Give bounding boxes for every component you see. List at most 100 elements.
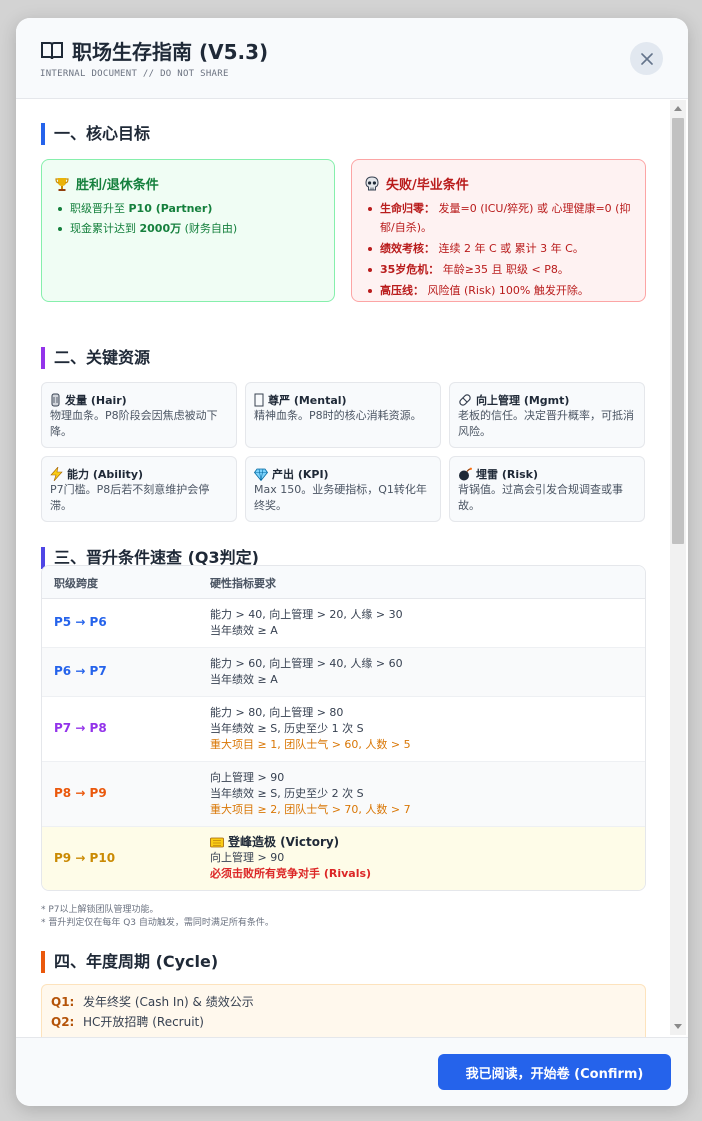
lose-list: 生命归零： 发量=0 (ICU/猝死) 或 心理健康=0 (抑郁/自杀)。 绩效… <box>366 199 638 302</box>
scroll-thumb[interactable] <box>672 118 684 544</box>
lose-item: 35岁危机： 年龄≥35 且 职级 < P8。 <box>366 260 638 279</box>
guide-modal: 职场生存指南 (V5.3) INTERNAL DOCUMENT // DO NO… <box>16 18 688 1106</box>
win-item-bold: 2000万 <box>139 222 182 235</box>
win-item-suffix: (财务自由) <box>181 222 238 235</box>
resource-name: 产出 (KPI) <box>254 466 329 482</box>
win-item-bold: P10 (Partner) <box>128 202 213 215</box>
modal-title-text: 职场生存指南 (V5.3) <box>72 40 269 64</box>
resource-name: 能力 (Ability) <box>50 466 143 482</box>
resource-card-ability: 能力 (Ability) P7门槛。P8后若不刻意维护会停滞。 <box>41 456 237 522</box>
win-item: 现金累计达到 2000万 (财务自由) <box>56 219 237 239</box>
row-level: P7 → P8 <box>54 721 107 735</box>
row-level: P8 → P9 <box>54 786 107 800</box>
win-list: 职级晋升至 P10 (Partner) 现金累计达到 2000万 (财务自由) <box>56 199 237 239</box>
lose-item-label: 绩效考核： <box>380 242 435 255</box>
table-row: P8 → P9 向上管理 > 90 当年绩效 ≥ S, 历史至少 2 次 S 重… <box>42 762 645 827</box>
promotion-note: * 晋升判定仅在每年 Q3 自动触发，需同时满足所有条件。 <box>41 918 274 928</box>
lose-item-text: 年龄≥35 且 职级 < P8。 <box>439 263 569 276</box>
resource-name-text: 能力 (Ability) <box>67 468 144 481</box>
table-header: 职级跨度 硬性指标要求 <box>42 566 645 599</box>
req-line: 能力 > 40, 向上管理 > 20, 人缘 > 30 <box>210 608 403 621</box>
row-requirements: 能力 > 80, 向上管理 > 80 当年绩效 ≥ S, 历史至少 1 次 S … <box>210 705 411 753</box>
trophy-icon <box>55 177 69 191</box>
resource-desc: 背锅值。过高会引发合规调查或事故。 <box>458 483 623 512</box>
row-level: P9 → P10 <box>54 851 116 865</box>
modal-subtitle: INTERNAL DOCUMENT // DO NOT SHARE <box>40 69 229 79</box>
cycle-quarter: Q1: <box>51 995 75 1009</box>
lose-item: 生命归零： 发量=0 (ICU/猝死) 或 心理健康=0 (抑郁/自杀)。 <box>366 199 638 237</box>
resource-name-text: 发量 (Hair) <box>65 394 127 407</box>
promotion-note: * P7以上解锁团队管理功能。 <box>41 905 159 915</box>
req-line: 向上管理 > 90 <box>210 771 285 784</box>
req-line-critical: 必须击败所有竞争对手 (Rivals) <box>210 867 372 880</box>
resource-name-text: 尊严 (Mental) <box>268 394 347 407</box>
victory-line: 登峰造极 (Victory) <box>210 834 371 850</box>
skull-icon <box>365 175 379 190</box>
req-line-highlight: 重大项目 ≥ 2, 团队士气 > 70, 人数 > 7 <box>210 803 411 816</box>
table-header-requirements: 硬性指标要求 <box>210 577 276 590</box>
table-row: P6 → P7 能力 > 60, 向上管理 > 40, 人缘 > 60 当年绩效… <box>42 648 645 697</box>
row-level: P6 → P7 <box>54 664 107 678</box>
hair-icon <box>51 393 60 407</box>
table-row: P7 → P8 能力 > 80, 向上管理 > 80 当年绩效 ≥ S, 历史至… <box>42 697 645 762</box>
cycle-row: Q1: 发年终奖 (Cash In) & 绩效公示 <box>51 993 254 1010</box>
lightning-icon <box>50 467 63 481</box>
win-item: 职级晋升至 P10 (Partner) <box>56 199 237 219</box>
resource-name-text: 产出 (KPI) <box>272 468 329 481</box>
section-title-resources: 二、关键资源 <box>41 347 150 369</box>
win-item-text: 职级晋升至 <box>70 202 129 215</box>
diamond-icon <box>254 468 268 481</box>
req-line-highlight: 重大项目 ≥ 1, 团队士气 > 60, 人数 > 5 <box>210 738 411 751</box>
table-row: P5 → P6 能力 > 40, 向上管理 > 20, 人缘 > 30 当年绩效… <box>42 599 645 648</box>
lose-item-label: 35岁危机： <box>380 263 440 276</box>
win-card-title: 胜利/退休条件 <box>54 174 159 193</box>
lose-card-title: 失败/毕业条件 <box>364 174 469 193</box>
content-scrollbar[interactable] <box>670 100 686 1035</box>
req-line: 向上管理 > 90 <box>210 851 285 864</box>
row-requirements: 能力 > 40, 向上管理 > 20, 人缘 > 30 当年绩效 ≥ A <box>210 607 403 639</box>
lose-item-text: 风险值 (Risk) 100% 触发开除。 <box>424 284 589 297</box>
req-line: 当年绩效 ≥ S, 历史至少 2 次 S <box>210 787 364 800</box>
lose-item: 绩效考核： 连续 2 年 C 或 累计 3 年 C。 <box>366 239 638 258</box>
table-row-final: P9 → P10 登峰造极 (Victory) 向上管理 > 90 必须击败所有… <box>42 827 645 890</box>
lose-item-text: 连续 2 年 C 或 累计 3 年 C。 <box>435 242 584 255</box>
cycle-text: HC开放招聘 (Recruit) <box>83 1015 204 1029</box>
lose-card: 失败/毕业条件 生命归零： 发量=0 (ICU/猝死) 或 心理健康=0 (抑郁… <box>351 159 646 302</box>
resource-name: 向上管理 (Mgmt) <box>458 392 569 408</box>
resource-card-mental: 尊严 (Mental) 精神血条。P8时的核心消耗资源。 <box>245 382 441 448</box>
confirm-button[interactable]: 我已阅读，开始卷 (Confirm) <box>438 1054 671 1090</box>
section-title-cycle: 四、年度周期 (Cycle) <box>41 951 218 973</box>
close-icon <box>640 52 653 65</box>
lose-item-label: 生命归零： <box>380 202 435 215</box>
resource-desc: Max 150。业务硬指标，Q1转化年终奖。 <box>254 483 427 512</box>
modal-header: 职场生存指南 (V5.3) INTERNAL DOCUMENT // DO NO… <box>16 18 688 99</box>
row-requirements: 能力 > 60, 向上管理 > 40, 人缘 > 60 当年绩效 ≥ A <box>210 656 403 688</box>
scroll-down-arrow-icon[interactable] <box>674 1024 682 1029</box>
lose-item: 高压线： 风险值 (Risk) 100% 触发开除。 <box>366 281 638 300</box>
resource-name-text: 埋雷 (Risk) <box>476 468 538 481</box>
resource-name: 发量 (Hair) <box>50 392 127 408</box>
modal-footer: 我已阅读，开始卷 (Confirm) <box>16 1037 688 1106</box>
cycle-box: Q1: 发年终奖 (Cash In) & 绩效公示 Q2: HC开放招聘 (Recr… <box>41 984 646 1037</box>
lose-card-title-text: 失败/毕业条件 <box>386 178 469 193</box>
req-line: 能力 > 80, 向上管理 > 80 <box>210 706 344 719</box>
req-line: 能力 > 60, 向上管理 > 40, 人缘 > 60 <box>210 657 403 670</box>
req-line: 当年绩效 ≥ A <box>210 624 278 637</box>
mental-icon <box>254 393 264 407</box>
promotion-table: 职级跨度 硬性指标要求 P5 → P6 能力 > 40, 向上管理 > 20, … <box>41 565 646 891</box>
resource-card-kpi: 产出 (KPI) Max 150。业务硬指标，Q1转化年终奖。 <box>245 456 441 522</box>
resource-card-mgmt: 向上管理 (Mgmt) 老板的信任。决定晋升概率，可抵消风险。 <box>449 382 645 448</box>
victory-text: 登峰造极 (Victory) <box>228 835 340 849</box>
cycle-quarter: Q2: <box>51 1015 75 1029</box>
req-line: 当年绩效 ≥ A <box>210 673 278 686</box>
modal-title: 职场生存指南 (V5.3) <box>40 36 268 65</box>
row-requirements: 向上管理 > 90 当年绩效 ≥ S, 历史至少 2 次 S 重大项目 ≥ 2,… <box>210 770 411 818</box>
scroll-up-arrow-icon[interactable] <box>674 106 682 111</box>
resource-name: 尊严 (Mental) <box>254 392 347 408</box>
close-button[interactable] <box>630 42 663 75</box>
resource-desc: 物理血条。P8阶段会因焦虑被动下降。 <box>50 409 218 438</box>
modal-content[interactable]: 一、核心目标 胜利/退休条件 职级晋升至 P10 (Partner) 现金累计达… <box>16 99 688 1037</box>
pill-icon <box>459 394 471 406</box>
row-level: P5 → P6 <box>54 615 107 629</box>
win-card-title-text: 胜利/退休条件 <box>76 178 159 193</box>
